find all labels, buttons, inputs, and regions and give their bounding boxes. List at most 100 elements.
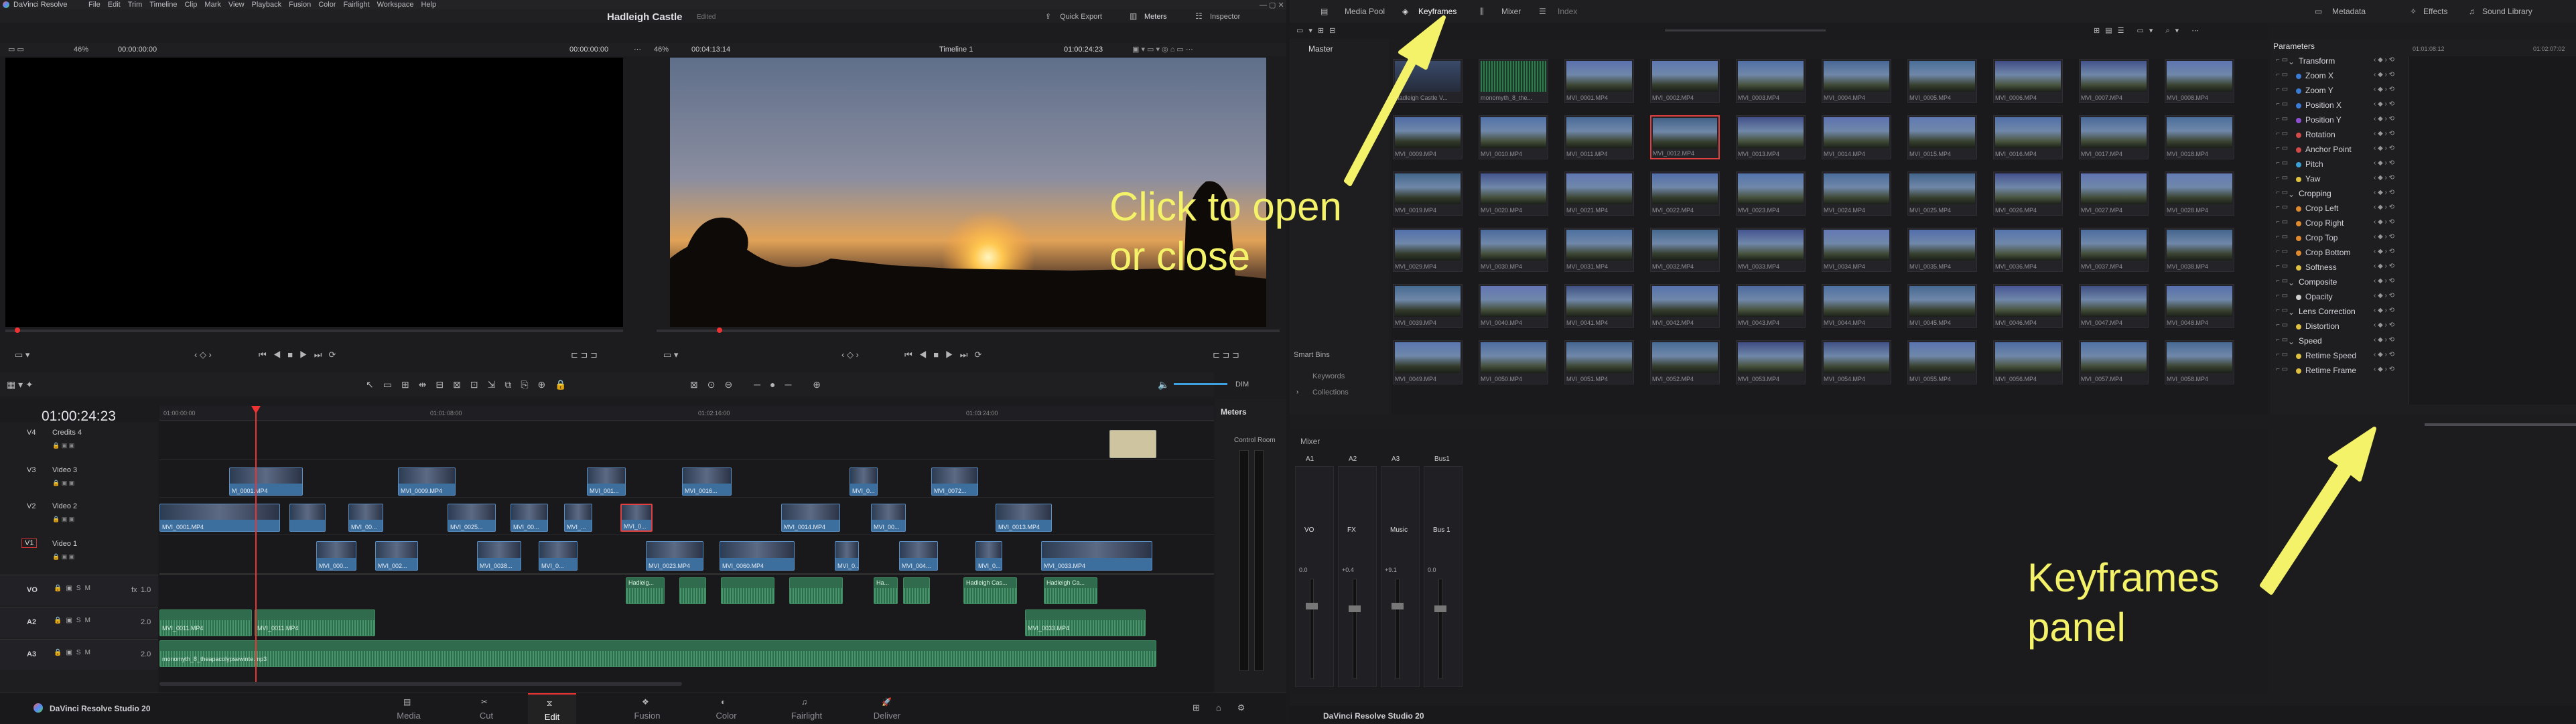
audio-clip[interactable] <box>679 577 706 604</box>
param-visibility-icon[interactable]: ⌐ ▭ <box>2276 307 2288 314</box>
param-visibility-icon[interactable]: ⌐ ▭ <box>2276 336 2288 344</box>
collections-expand-icon[interactable]: › <box>1296 388 1298 396</box>
media-pool-clip[interactable]: MVI_0041.MP4 <box>1564 284 1634 328</box>
media-pool-clip[interactable]: MVI_0026.MP4 <box>1993 171 2063 216</box>
source-playback-controls[interactable]: ⏮◀■▶⏭⟳ <box>259 348 342 362</box>
media-pool-clip[interactable]: MVI_0023.MP4 <box>1736 171 1806 216</box>
media-pool-clip[interactable]: MVI_0012.MP4 <box>1650 115 1720 159</box>
media-pool-clip[interactable]: MVI_0058.MP4 <box>2165 340 2234 384</box>
audio-clip[interactable] <box>789 577 843 604</box>
keyframe-param-row[interactable]: Crop Left ‹ ◆ › ⟲ ⌐ ▭ <box>2273 204 2407 218</box>
param-visibility-icon[interactable]: ⌐ ▭ <box>2276 233 2288 240</box>
keyframe-param-row[interactable]: Yaw ‹ ◆ › ⟲ ⌐ ▭ <box>2273 174 2407 189</box>
timeline-clip[interactable]: MVI_00... <box>348 504 383 532</box>
bin-view-icons[interactable]: ▭▾⊞⊟ <box>1296 23 1341 39</box>
media-pool-clip[interactable]: MVI_0030.MP4 <box>1479 228 1548 272</box>
keyframe-nav-icons[interactable]: ‹ ◆ › ⟲ <box>2374 115 2394 123</box>
page-tab-media[interactable]: ▤ Media <box>390 697 427 721</box>
media-pool-clip[interactable]: MVI_0001.MP4 <box>1564 59 1634 103</box>
media-pool-clip[interactable]: MVI_0025.MP4 <box>1907 171 1977 216</box>
timeline-ruler[interactable]: 01:00:00:00 01:01:08:00 01:02:16:00 01:0… <box>159 406 1214 421</box>
media-pool-clip[interactable]: MVI_0057.MP4 <box>2079 340 2149 384</box>
timeline-clip[interactable]: MVI_004... <box>899 541 938 571</box>
track-v3-controls[interactable]: 🔒 ▣ ▣ <box>52 480 74 487</box>
media-pool-clip[interactable]: MVI_0006.MP4 <box>1993 59 2063 103</box>
mixer-fader[interactable] <box>1396 579 1400 679</box>
timeline-name-dropdown[interactable]: Timeline 1 <box>939 43 973 56</box>
keyframe-nav-icons[interactable]: ‹ ◆ › ⟲ <box>2374 218 2394 226</box>
keyframe-param-row[interactable]: Retime Frame ‹ ◆ › ⟲ ⌐ ▭ <box>2273 366 2407 380</box>
timeline-clip[interactable]: MVI_0... <box>975 541 1002 571</box>
zoom-tools-icons[interactable]: ⊠⊙⊖ ─●─ ⊕ <box>690 372 830 396</box>
quick-export-button[interactable]: Quick Export <box>1060 13 1102 21</box>
audio-clip[interactable]: Ha... <box>874 577 898 604</box>
keyframes-tab[interactable]: Keyframes <box>1418 0 1456 23</box>
menu-item[interactable]: Trim <box>128 0 143 9</box>
mixer-strip[interactable] <box>1424 466 1463 687</box>
menu-item[interactable]: Clip <box>184 0 197 9</box>
param-visibility-icon[interactable]: ⌐ ▭ <box>2276 174 2288 182</box>
timeline-clip[interactable]: MVI_0... <box>850 467 878 496</box>
menu-item[interactable]: Help <box>421 0 436 9</box>
audio-clip[interactable]: Hadleigh Cas... <box>963 577 1017 604</box>
param-visibility-icon[interactable]: ⌐ ▭ <box>2276 71 2288 78</box>
menu-item[interactable]: Timeline <box>149 0 177 9</box>
inspector-button[interactable]: Inspector <box>1210 13 1240 21</box>
timeline-viewer-zoom[interactable]: 46% <box>654 43 669 56</box>
media-pool-clip[interactable]: MVI_0042.MP4 <box>1650 284 1720 328</box>
audio-clip[interactable]: Hadleig... <box>626 577 665 604</box>
media-pool-clip[interactable]: MVI_0048.MP4 <box>2165 284 2234 328</box>
media-pool-clip[interactable]: MVI_0005.MP4 <box>1907 59 1977 103</box>
keyframes-scrollbar[interactable] <box>2425 423 2576 426</box>
page-tab-fusion[interactable]: ❖ Fusion <box>627 697 667 721</box>
media-pool-clip[interactable]: MVI_0015.MP4 <box>1907 115 1977 159</box>
mixer-fader-cap[interactable] <box>1434 605 1446 612</box>
timeline-transport[interactable]: ▭ ▾ ‹ ◇ › ⏮◀■▶⏭⟳ ⊏ ⊐ ⊐ <box>650 348 1286 362</box>
menu-item[interactable]: Mark <box>204 0 220 9</box>
window-controls[interactable]: — ▢ ✕ <box>1260 1 1284 10</box>
metadata-tab[interactable]: Metadata <box>2332 0 2366 23</box>
timeline-clip[interactable]: M_0001.MP4 <box>229 467 303 496</box>
menu-item[interactable]: Fusion <box>289 0 311 9</box>
media-pool-clip[interactable]: MVI_0037.MP4 <box>2079 228 2149 272</box>
media-pool-clip[interactable]: MVI_0033.MP4 <box>1736 228 1806 272</box>
keyframe-nav-icons[interactable]: ‹ ◆ › ⟲ <box>2374 307 2394 314</box>
media-pool-clip[interactable]: MVI_0020.MP4 <box>1479 171 1548 216</box>
audio-clip[interactable] <box>903 577 930 604</box>
keyframe-param-row[interactable]: Anchor Point ‹ ◆ › ⟲ ⌐ ▭ <box>2273 145 2407 159</box>
source-transport[interactable]: ▭ ▾ ‹ ◇ › ⏮◀■▶⏭⟳ ⊏ ⊐ ⊐ <box>0 348 650 362</box>
timeline-view-icons[interactable]: ▦ ▾ ✦ <box>7 372 33 396</box>
param-visibility-icon[interactable]: ⌐ ▭ <box>2276 115 2288 123</box>
param-visibility-icon[interactable]: ⌐ ▭ <box>2276 351 2288 358</box>
media-pool-tab[interactable]: Media Pool <box>1345 0 1385 23</box>
keyframe-nav-icons[interactable]: ‹ ◆ › ⟲ <box>2374 277 2394 285</box>
timeline-clip[interactable]: MVI_0033.MP4 <box>1041 541 1152 571</box>
meters-button[interactable]: Meters <box>1144 13 1167 21</box>
timeline-clip[interactable]: MVI_001... <box>587 467 626 496</box>
timeline-clip[interactable]: MVI_0009.MP4 <box>398 467 456 496</box>
keyframe-nav-icons[interactable]: ‹ ◆ › ⟲ <box>2374 351 2394 358</box>
keyframe-nav-icons[interactable]: ‹ ◆ › ⟲ <box>2374 233 2394 240</box>
timeline-playhead[interactable] <box>255 406 257 682</box>
menu-item[interactable]: Fairlight <box>344 0 370 9</box>
effects-tab[interactable]: Effects <box>2423 0 2447 23</box>
param-visibility-icon[interactable]: ⌐ ▭ <box>2276 100 2288 108</box>
keyframe-param-row[interactable]: Zoom X ‹ ◆ › ⟲ ⌐ ▭ <box>2273 71 2407 86</box>
media-pool-clip[interactable]: MVI_0027.MP4 <box>2079 171 2149 216</box>
menu-item[interactable]: Color <box>318 0 336 9</box>
page-tab-color[interactable]: ◐ Color <box>707 697 745 721</box>
mixer-strip[interactable] <box>1295 466 1334 687</box>
keyframe-param-row[interactable]: ⌄ Speed ‹ ◆ › ⟲ ⌐ ▭ <box>2273 336 2407 351</box>
timeline-clip[interactable] <box>289 504 326 532</box>
media-pool-clip[interactable]: MVI_0018.MP4 <box>2165 115 2234 159</box>
timeline-clip[interactable]: MVI_0... <box>835 541 859 571</box>
timeline-clip[interactable]: MVI_0072... <box>931 467 978 496</box>
media-pool-clip[interactable]: MVI_0019.MP4 <box>1393 171 1463 216</box>
track-vo-controls[interactable]: 🔒▣SM <box>54 585 94 592</box>
track-id-v1[interactable]: V1 <box>21 538 38 548</box>
timeline-scrubber[interactable] <box>657 328 1280 333</box>
keyframe-nav-icons[interactable]: ‹ ◆ › ⟲ <box>2374 174 2394 182</box>
media-pool-clip[interactable]: MVI_0043.MP4 <box>1736 284 1806 328</box>
view-mode-icons[interactable]: ⊞▤☰ ▭▾ ⌕▾ ⋯ <box>2094 23 2204 39</box>
timeline-clip[interactable]: MVI_0060.MP4 <box>720 541 795 571</box>
